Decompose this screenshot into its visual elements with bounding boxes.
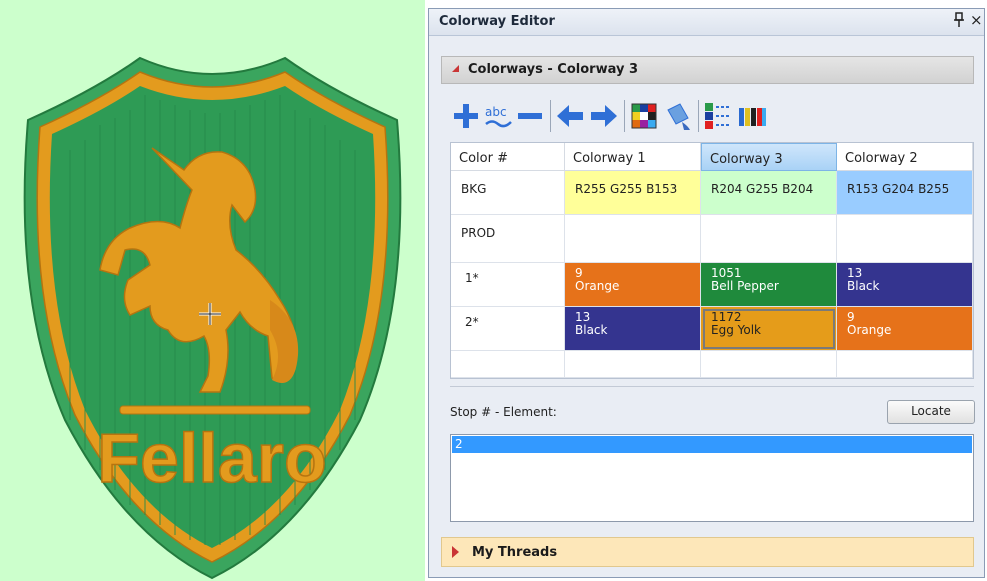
stop-element-list[interactable]: 2 (450, 434, 974, 522)
add-icon[interactable] (450, 100, 482, 132)
column-header[interactable]: Colorway 2 (837, 143, 973, 171)
numbered-list-icon[interactable] (702, 100, 734, 132)
color-cell[interactable] (837, 215, 973, 263)
list-item-selected[interactable]: 2 (452, 436, 972, 453)
thread-name: Egg Yolk (711, 323, 761, 337)
cell-value: R255 G255 B153 (575, 182, 678, 196)
column-header-selected[interactable]: Colorway 3 (701, 143, 837, 171)
svg-text:abc: abc (485, 105, 507, 119)
locate-button[interactable]: Locate (887, 400, 975, 424)
color-grid-icon[interactable] (628, 100, 660, 132)
color-cell[interactable]: R204 G255 B204 (701, 171, 837, 215)
thread-name: Bell Pepper (711, 279, 779, 293)
design-canvas[interactable]: Fellaro (0, 0, 425, 581)
pin-icon[interactable] (953, 12, 965, 32)
color-cell-selected[interactable]: 1172 Egg Yolk (701, 307, 837, 351)
thread-name: Orange (575, 279, 620, 293)
logo-text: Fellaro (97, 419, 327, 497)
color-cell[interactable]: 13 Black (565, 307, 701, 351)
move-left-icon[interactable] (554, 100, 586, 132)
paint-icon[interactable] (662, 100, 694, 132)
collapse-triangle-icon (452, 65, 459, 72)
color-cell[interactable]: R255 G255 B153 (565, 171, 701, 215)
toolbar-separator (624, 100, 625, 132)
colorway-toolbar: abc (450, 96, 840, 136)
empty-row-cell (701, 351, 837, 378)
splitter[interactable] (450, 386, 974, 387)
row-label: BKG (451, 171, 565, 215)
color-cell[interactable]: 9 Orange (837, 307, 973, 351)
empty-row-cell (837, 351, 973, 378)
color-cell[interactable] (565, 215, 701, 263)
thread-name: Orange (847, 323, 892, 337)
colorway-editor-panel: Colorway Editor × Colorways - Colorway 3… (428, 8, 985, 578)
thread-name: Black (575, 323, 608, 337)
colorways-section-title: Colorways - Colorway 3 (468, 62, 639, 77)
thread-name: Black (847, 279, 880, 293)
empty-row-cell (565, 351, 701, 378)
colorway-table: Color # Colorway 1 Colorway 3 Colorway 2… (450, 142, 974, 379)
cell-value: R153 G204 B255 (847, 182, 950, 196)
rename-icon[interactable]: abc (482, 100, 514, 132)
column-header[interactable]: Color # (451, 143, 565, 171)
stop-element-label: Stop # - Element: (450, 405, 557, 419)
embroidery-shield-logo: Fellaro (23, 56, 402, 580)
row-label: 1* (451, 263, 565, 307)
cell-value: R204 G255 B204 (711, 182, 814, 196)
color-cell[interactable]: R153 G204 B255 (837, 171, 973, 215)
toolbar-separator (550, 100, 551, 132)
my-threads-title: My Threads (472, 545, 558, 560)
thread-chart-icon[interactable] (736, 100, 768, 132)
close-icon[interactable]: × (970, 11, 983, 29)
empty-row-cell (451, 351, 565, 378)
color-cell[interactable]: 1051 Bell Pepper (701, 263, 837, 307)
row-label: PROD (451, 215, 565, 263)
toolbar-separator (698, 100, 699, 132)
panel-titlebar: Colorway Editor × (429, 9, 984, 36)
row-label: 2* (451, 307, 565, 351)
my-threads-section-header[interactable]: My Threads (441, 537, 974, 567)
remove-icon[interactable] (514, 100, 546, 132)
color-cell[interactable]: 13 Black (837, 263, 973, 307)
move-right-icon[interactable] (588, 100, 620, 132)
column-header[interactable]: Colorway 1 (565, 143, 701, 171)
colorways-section-header[interactable]: Colorways - Colorway 3 (441, 56, 974, 84)
panel-title: Colorway Editor (439, 14, 555, 29)
color-cell[interactable] (701, 215, 837, 263)
color-cell[interactable]: 9 Orange (565, 263, 701, 307)
expand-triangle-icon (452, 546, 459, 558)
